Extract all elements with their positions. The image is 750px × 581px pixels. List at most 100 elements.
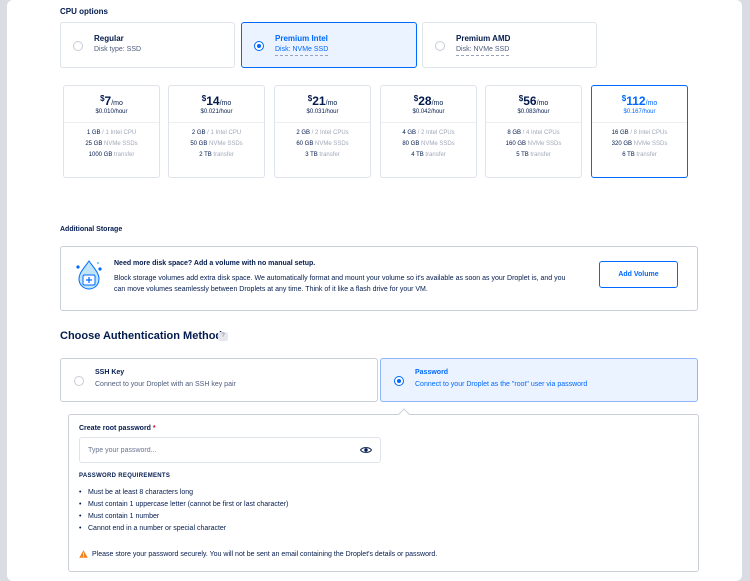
plan-hourly: $0.167/hour (623, 109, 656, 115)
cpu-option-regular[interactable]: Regular Disk type: SSD (60, 22, 235, 68)
cpu-option-disk: Disk type: SSD (94, 46, 142, 53)
spec-value: 25 GB (85, 141, 103, 147)
plan-spec-memory: 2 GB / 2 Intel CPUs (275, 128, 370, 139)
spec-value: 3 TB (305, 152, 318, 158)
auth-option-password[interactable]: Password Connect to your Droplet as the … (380, 358, 698, 402)
plan-price: $7/mo (64, 94, 159, 108)
plan-price: $28/mo (381, 94, 476, 108)
cpu-option-disk: Disk: NVMe SSD (275, 46, 329, 56)
spec-value: 320 GB (611, 141, 632, 147)
plan-hourly: $0.031/hour (306, 109, 339, 115)
spec-unit: NVMe SSDs (632, 141, 668, 147)
plan-amount: 14 (206, 94, 220, 108)
spec-value: 2 GB (191, 130, 206, 136)
warning-text: Please store your password securely. You… (92, 550, 438, 558)
plan-per: /mo (325, 100, 338, 107)
plan-per: /mo (536, 100, 549, 107)
spec-unit: NVMe SSDs (313, 141, 349, 147)
plan-hourly: $0.042/hour (412, 109, 445, 115)
plan-spec-memory: 2 GB / 1 Intel CPU (169, 128, 264, 139)
plan-card[interactable]: $56/mo $0.083/hour 8 GB / 4 Intel CPUs 1… (485, 85, 582, 178)
spec-value: 16 GB (611, 130, 629, 136)
radio-icon[interactable] (74, 376, 84, 386)
additional-storage-title: Additional Storage (60, 226, 123, 233)
auth-option-desc: Connect to your Droplet with an SSH key … (95, 381, 236, 388)
eye-icon[interactable] (360, 446, 372, 454)
radio-icon[interactable] (394, 376, 404, 386)
cpu-option-name: Premium AMD (456, 34, 511, 43)
plan-spec-transfer: 4 TB transfer (381, 150, 476, 161)
spec-value: 4 GB (402, 130, 416, 136)
plan-price: $21/mo (275, 94, 370, 108)
plan-price: $112/mo (592, 94, 687, 108)
plan-spec-transfer: 6 TB transfer (592, 150, 687, 161)
spec-unit: / 1 Intel CPU (205, 130, 242, 136)
plan-amount: 56 (523, 94, 537, 108)
password-requirements-list: Must be at least 8 characters long Must … (79, 487, 288, 535)
radio-icon[interactable] (435, 41, 445, 51)
auth-option-name: SSH Key (95, 369, 125, 376)
required-mark: * (152, 425, 156, 432)
storage-headline: Need more disk space? Add a volume with … (114, 260, 316, 267)
add-volume-button[interactable]: Add Volume (599, 261, 678, 288)
cpu-option-disk: Disk: NVMe SSD (456, 46, 510, 56)
spec-unit: NVMe SSDs (102, 141, 138, 147)
list-item: Cannot end in a number or special charac… (79, 523, 288, 535)
plan-price: $14/mo (169, 94, 264, 108)
plan-per: /mo (431, 100, 444, 107)
plan-spec-memory: 16 GB / 8 Intel CPUs (592, 128, 687, 139)
spec-value: 8 GB (507, 130, 521, 136)
plan-spec-transfer: 1000 GB transfer (64, 150, 159, 161)
plan-card[interactable]: $21/mo $0.031/hour 2 GB / 2 Intel CPUs 6… (274, 85, 371, 178)
plan-spec-disk: 320 GB NVMe SSDs (592, 139, 687, 150)
divider (64, 122, 159, 123)
spec-unit: transfer (211, 152, 234, 158)
storage-description: Block storage volumes add extra disk spa… (114, 275, 566, 293)
password-label: Create root password * (79, 425, 156, 432)
warning-icon (79, 550, 88, 558)
volume-icon (76, 260, 102, 290)
password-input[interactable] (79, 437, 381, 463)
spec-value: 60 GB (296, 141, 314, 147)
spec-value: 80 GB (402, 141, 420, 147)
droplet-create-panel: CPU options Regular Disk type: SSD Premi… (7, 0, 742, 581)
plan-spec-disk: 50 GB NVMe SSDs (169, 139, 264, 150)
plan-spec-disk: 160 GB NVMe SSDs (486, 139, 581, 150)
spec-value: 1 GB (86, 130, 101, 136)
spec-unit: transfer (634, 152, 657, 158)
cpu-option-name: Premium Intel (275, 34, 328, 43)
cpu-option-premium-amd[interactable]: Premium AMD Disk: NVMe SSD (422, 22, 597, 68)
auth-method-title: Choose Authentication Method (60, 330, 223, 342)
password-requirements-title: PASSWORD REQUIREMENTS (79, 473, 171, 479)
password-label-text: Create root password (79, 425, 151, 432)
divider (486, 122, 581, 123)
cpu-option-name: Regular (94, 34, 124, 43)
plan-hourly: $0.010/hour (95, 109, 128, 115)
plan-amount: 21 (312, 94, 326, 108)
auth-option-ssh-key[interactable]: SSH Key Connect to your Droplet with an … (60, 358, 378, 402)
plan-spec-disk: 60 GB NVMe SSDs (275, 139, 370, 150)
spec-unit: / 2 Intel CPUs (416, 130, 455, 136)
plan-card[interactable]: $28/mo $0.042/hour 4 GB / 2 Intel CPUs 8… (380, 85, 477, 178)
radio-icon[interactable] (254, 41, 264, 51)
plan-spec-disk: 80 GB NVMe SSDs (381, 139, 476, 150)
help-icon[interactable]: ? (218, 332, 228, 341)
divider (592, 122, 687, 123)
cpu-option-premium-intel[interactable]: Premium Intel Disk: NVMe SSD (241, 22, 417, 68)
plan-card[interactable]: $7/mo $0.010/hour 1 GB / 1 Intel CPU 25 … (63, 85, 160, 178)
plan-card-selected[interactable]: $112/mo $0.167/hour 16 GB / 8 Intel CPUs… (591, 85, 688, 178)
password-panel: Create root password * PASSWORD REQUIREM… (68, 414, 699, 572)
plan-spec-transfer: 3 TB transfer (275, 150, 370, 161)
divider (275, 122, 370, 123)
plan-card[interactable]: $14/mo $0.021/hour 2 GB / 1 Intel CPU 50… (168, 85, 265, 178)
spec-unit: transfer (317, 152, 340, 158)
radio-icon[interactable] (73, 41, 83, 51)
auth-option-name: Password (415, 369, 449, 376)
plan-amount: 28 (418, 94, 432, 108)
list-item: Must be at least 8 characters long (79, 487, 288, 499)
spec-value: 50 GB (190, 141, 208, 147)
plan-spec-memory: 1 GB / 1 Intel CPU (64, 128, 159, 139)
spec-unit: NVMe SSDs (207, 141, 243, 147)
spec-value: 6 TB (622, 152, 635, 158)
spec-unit: transfer (528, 152, 551, 158)
